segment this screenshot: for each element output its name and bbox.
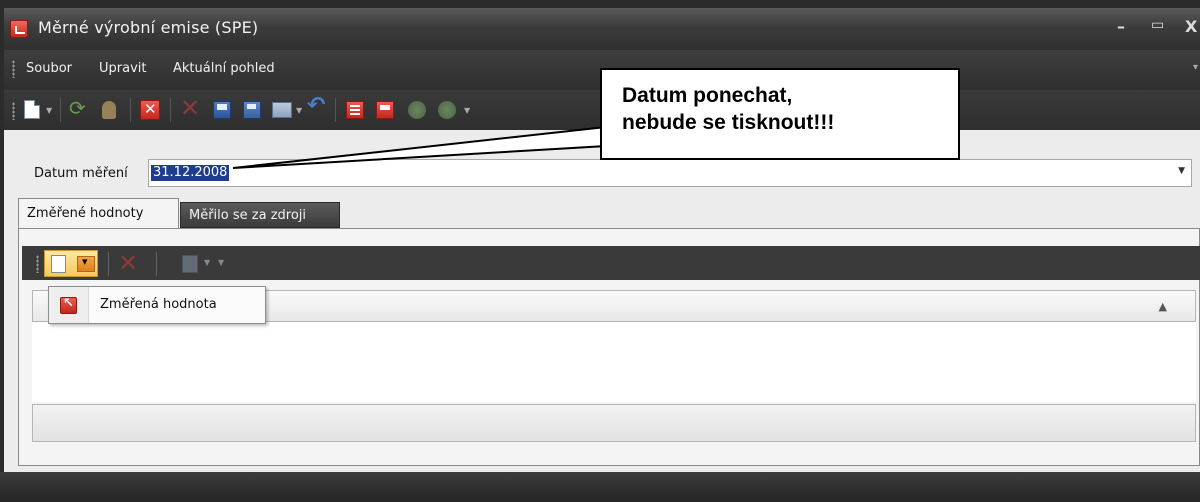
new-document-icon [51,255,66,273]
toolbar-grip-icon[interactable] [12,102,15,120]
date-label: Datum měření [34,166,128,181]
grid-footer [32,404,1196,442]
save-icon[interactable] [213,101,231,119]
measured-value-icon [60,296,77,314]
close-button[interactable]: X [1185,17,1197,36]
menubar-overflow-icon[interactable]: ▾ [1193,62,1198,73]
save-all-icon[interactable] [243,101,261,119]
copy-icon[interactable] [182,255,198,273]
toolbar-separator [156,252,157,276]
report2-icon[interactable] [376,101,394,119]
toolbar-separator [170,98,171,122]
callout-line-2: nebude se tisknout!!! [622,111,835,134]
new-document-icon[interactable] [24,100,40,119]
app-chart-icon [10,20,28,38]
new-dropdown-caret-icon[interactable] [77,255,95,272]
undo-icon[interactable]: ↶ [307,93,327,118]
toolbar-separator [60,98,61,122]
tab-zmerene-hodnoty[interactable]: Změřené hodnoty [18,198,179,228]
tab-merilo-se-za-zdroji[interactable]: Měřilo se za zdroji [180,202,340,228]
chevron-down-icon[interactable]: ▼ [1178,166,1185,176]
callout-line-1: Datum ponechat, [622,84,793,107]
maximize-button[interactable]: ▭ [1151,17,1164,33]
toolbar-separator [108,252,109,276]
report-icon[interactable] [346,101,364,119]
menu-item-zmerena-hodnota[interactable]: Změřená hodnota [100,297,217,312]
annotation-callout: Datum ponechat, nebude se tisknout!!! [600,68,960,160]
export-dropdown-caret-icon[interactable]: ▼ [296,106,302,115]
refresh-icon[interactable]: ⟳ [69,96,89,120]
new-dropdown-menu: Změřená hodnota [48,286,266,324]
date-value[interactable]: 31.12.2008 [151,165,230,181]
sort-ascending-icon[interactable]: ▲ [1159,300,1167,313]
menubar-grip-icon[interactable] [12,60,15,78]
cross-icon[interactable]: ✕ [180,94,200,122]
move-up-icon[interactable] [408,101,426,119]
grid-toolbar: ✕ ▼ ▼ [22,246,1200,280]
more-caret-icon[interactable]: ▼ [218,258,224,267]
minimize-button[interactable]: – [1117,17,1125,36]
more-toolbar-caret-icon[interactable]: ▼ [464,106,470,115]
new-dropdown-caret-icon[interactable]: ▼ [46,106,52,115]
delete-icon[interactable] [140,100,160,120]
grid-body[interactable] [32,322,1196,402]
delete-icon[interactable]: ✕ [118,249,138,277]
hand-icon[interactable] [102,101,116,119]
move-down-icon[interactable] [438,101,456,119]
grid-new-button[interactable] [44,250,98,277]
menu-aktualni-pohled[interactable]: Aktuální pohled [173,61,275,76]
toolbar-separator [130,98,131,122]
grid-toolbar-grip-icon[interactable] [36,255,39,273]
bottom-bar [0,472,1200,502]
title-bar: Měrné výrobní emise (SPE) – ▭ X [4,8,1200,50]
copy-dropdown-caret-icon[interactable]: ▼ [204,258,210,267]
menu-upravit[interactable]: Upravit [99,61,146,76]
menu-soubor[interactable]: Soubor [26,61,72,76]
toolbar-separator [335,98,336,122]
date-field[interactable]: 31.12.2008 ▼ [148,159,1192,187]
window-title: Měrné výrobní emise (SPE) [38,18,259,37]
export-icon[interactable] [272,102,292,118]
